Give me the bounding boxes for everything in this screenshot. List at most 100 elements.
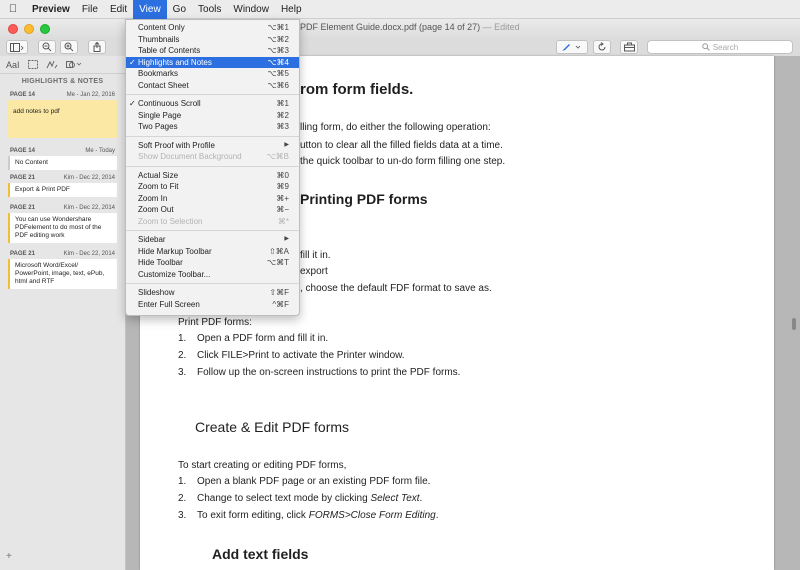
zoom-in-button[interactable] — [60, 40, 78, 54]
shortcut: ⌥⌘B — [266, 152, 289, 161]
menu-item-contact-sheet[interactable]: Contact Sheet ⌥⌘6 — [126, 80, 299, 92]
note-item[interactable]: PAGE 21 Kim - Dec 22, 2014 Export & Prin… — [8, 173, 117, 197]
document-title: PDF Element Guide.docx.pdf (page 14 of 2… — [300, 22, 481, 32]
doc-text: utton to clear all the filled fields dat… — [300, 140, 503, 151]
menu-item-single-page[interactable]: Single Page ⌘2 — [126, 110, 299, 122]
menu-item-hide-markup-toolbar[interactable]: Hide Markup Toolbar ⇧⌘A — [126, 246, 299, 258]
menu-item-label: Zoom to Fit — [138, 182, 179, 191]
menu-item-highlights-and-notes[interactable]: ✓ Highlights and Notes ⌥⌘4 — [126, 56, 299, 68]
shortcut: ⌘9 — [276, 182, 289, 191]
sketch-icon[interactable] — [46, 60, 58, 69]
note-meta: Kim - Dec 22, 2014 — [63, 175, 115, 181]
menu-item-zoom-in[interactable]: Zoom In ⌘+ — [126, 193, 299, 205]
menu-item-label: Thumbnails — [138, 34, 180, 44]
menu-item-label: Hide Markup Toolbar — [138, 246, 212, 256]
menu-item-label: Content Only — [138, 23, 185, 32]
zoom-out-icon — [42, 42, 52, 52]
sidebar-toggle-button[interactable] — [6, 40, 28, 54]
highlights-notes-heading: HIGHLIGHTS & NOTES — [21, 78, 104, 85]
menu-item-two-pages[interactable]: Two Pages ⌘3 — [126, 121, 299, 133]
share-icon — [93, 42, 101, 52]
menu-preview[interactable]: Preview — [26, 0, 76, 19]
menu-item-label: Hide Toolbar — [138, 258, 183, 267]
window-controls — [8, 24, 50, 34]
note-page: PAGE 14 — [10, 92, 35, 98]
markup-toolbar: AaI — [0, 56, 125, 74]
shortcut: ⌘1 — [276, 99, 289, 108]
menu-view[interactable]: View — [133, 0, 167, 19]
menu-item-zoom-out[interactable]: Zoom Out ⌘− — [126, 204, 299, 216]
search-input[interactable]: Search — [647, 40, 793, 54]
shortcut: ⌘− — [276, 205, 289, 214]
doc-text-italic: FORMS>Close Form Editing — [308, 510, 436, 521]
menu-tools[interactable]: Tools — [192, 0, 227, 19]
list-number: 2. — [178, 493, 187, 504]
selection-icon[interactable] — [27, 60, 38, 69]
pen-color-button[interactable] — [556, 40, 588, 54]
zoom-window-icon[interactable] — [40, 24, 50, 34]
menu-item-hide-toolbar[interactable]: Hide Toolbar ⌥⌘T — [126, 257, 299, 269]
note-item[interactable]: PAGE 21 Kim - Dec 22, 2014 You can use W… — [8, 203, 117, 243]
menu-item-table-of-contents[interactable]: Table of Contents ⌥⌘3 — [126, 45, 299, 57]
doc-text: export — [300, 266, 328, 277]
doc-text: Change to select text mode by clicking S… — [197, 493, 422, 504]
menu-item-enter-full-screen[interactable]: Enter Full Screen ^⌘F — [126, 299, 299, 311]
menu-go[interactable]: Go — [167, 0, 192, 19]
text-tool-button[interactable]: AaI — [6, 60, 20, 70]
menu-item-actual-size[interactable]: Actual Size ⌘0 — [126, 170, 299, 182]
note-meta: Me - Today — [85, 148, 115, 154]
menu-item-thumbnails[interactable]: Thumbnails ⌥⌘2 — [126, 34, 299, 46]
checkmark-icon: ✓ — [129, 57, 136, 67]
shortcut: ⌘0 — [276, 170, 289, 180]
note-meta: Me - Jan 22, 2016 — [66, 92, 115, 98]
note-meta: Kim - Dec 22, 2014 — [63, 251, 115, 257]
scrollbar[interactable] — [792, 318, 796, 330]
doc-text: the quick toolbar to un-do form filling … — [300, 156, 506, 167]
list-number: 1. — [178, 476, 187, 487]
shortcut: ⌥⌘5 — [267, 69, 289, 78]
note-item[interactable]: PAGE 21 Kim - Dec 22, 2014 Microsoft Wor… — [8, 249, 117, 289]
menu-item-sidebar[interactable]: Sidebar ▶ — [126, 234, 299, 246]
menu-separator — [126, 165, 299, 167]
share-button[interactable] — [88, 40, 106, 54]
doc-text-run: Change to select text mode by clicking — [197, 493, 368, 504]
menu-edit[interactable]: Edit — [104, 0, 133, 19]
menu-item-label: Single Page — [138, 110, 182, 120]
menu-item-label: Two Pages — [138, 122, 178, 131]
sidebar: AaI HIGHLIGHTS & NOTES PAGE 14 Me - Jan … — [0, 56, 126, 570]
apple-icon[interactable]:  — [0, 3, 26, 15]
menu-item-soft-proof[interactable]: Soft Proof with Profile ▶ — [126, 140, 299, 152]
menu-help[interactable]: Help — [275, 0, 308, 19]
menu-item-customize-toolbar[interactable]: Customize Toolbar... — [126, 269, 299, 281]
menu-item-bookmarks[interactable]: Bookmarks ⌥⌘5 — [126, 68, 299, 80]
toolbar: Search — [0, 39, 800, 56]
search-placeholder: Search — [712, 42, 739, 52]
menu-item-zoom-to-fit[interactable]: Zoom to Fit ⌘9 — [126, 181, 299, 193]
toolbox-button[interactable] — [620, 40, 638, 54]
add-icon[interactable]: + — [6, 551, 12, 562]
zoom-out-button[interactable] — [38, 40, 56, 54]
menu-item-content-only[interactable]: Content Only ⌥⌘1 — [126, 22, 299, 34]
note-item[interactable]: PAGE 14 Me - Jan 22, 2016 add notes to p… — [8, 90, 117, 138]
close-window-icon[interactable] — [8, 24, 18, 34]
menu-window[interactable]: Window — [227, 0, 275, 19]
menu-item-label: Slideshow — [138, 288, 175, 297]
shortcut: ⌥⌘6 — [267, 80, 289, 90]
note-meta: Kim - Dec 22, 2014 — [63, 205, 115, 211]
doc-text-run: . — [435, 510, 439, 521]
doc-heading: Add text fields — [212, 546, 309, 562]
menu-item-slideshow[interactable]: Slideshow ⇧⌘F — [126, 287, 299, 299]
menu-file[interactable]: File — [76, 0, 104, 19]
menu-item-label: Actual Size — [138, 170, 179, 180]
doc-text-italic: Select Text — [370, 493, 420, 504]
submenu-arrow-icon: ▶ — [284, 236, 289, 242]
minimize-window-icon[interactable] — [24, 24, 34, 34]
note-item[interactable]: PAGE 14 Me - Today No Content — [8, 146, 117, 170]
menu-bar:  Preview File Edit View Go Tools Window… — [0, 0, 800, 19]
doc-heading: Printing PDF forms — [300, 191, 428, 207]
shapes-icon[interactable] — [65, 60, 82, 69]
rotate-button[interactable] — [593, 40, 611, 54]
menu-separator — [126, 94, 299, 95]
menu-item-label: Highlights and Notes — [138, 57, 212, 67]
menu-item-continuous-scroll[interactable]: ✓ Continuous Scroll ⌘1 — [126, 98, 299, 110]
